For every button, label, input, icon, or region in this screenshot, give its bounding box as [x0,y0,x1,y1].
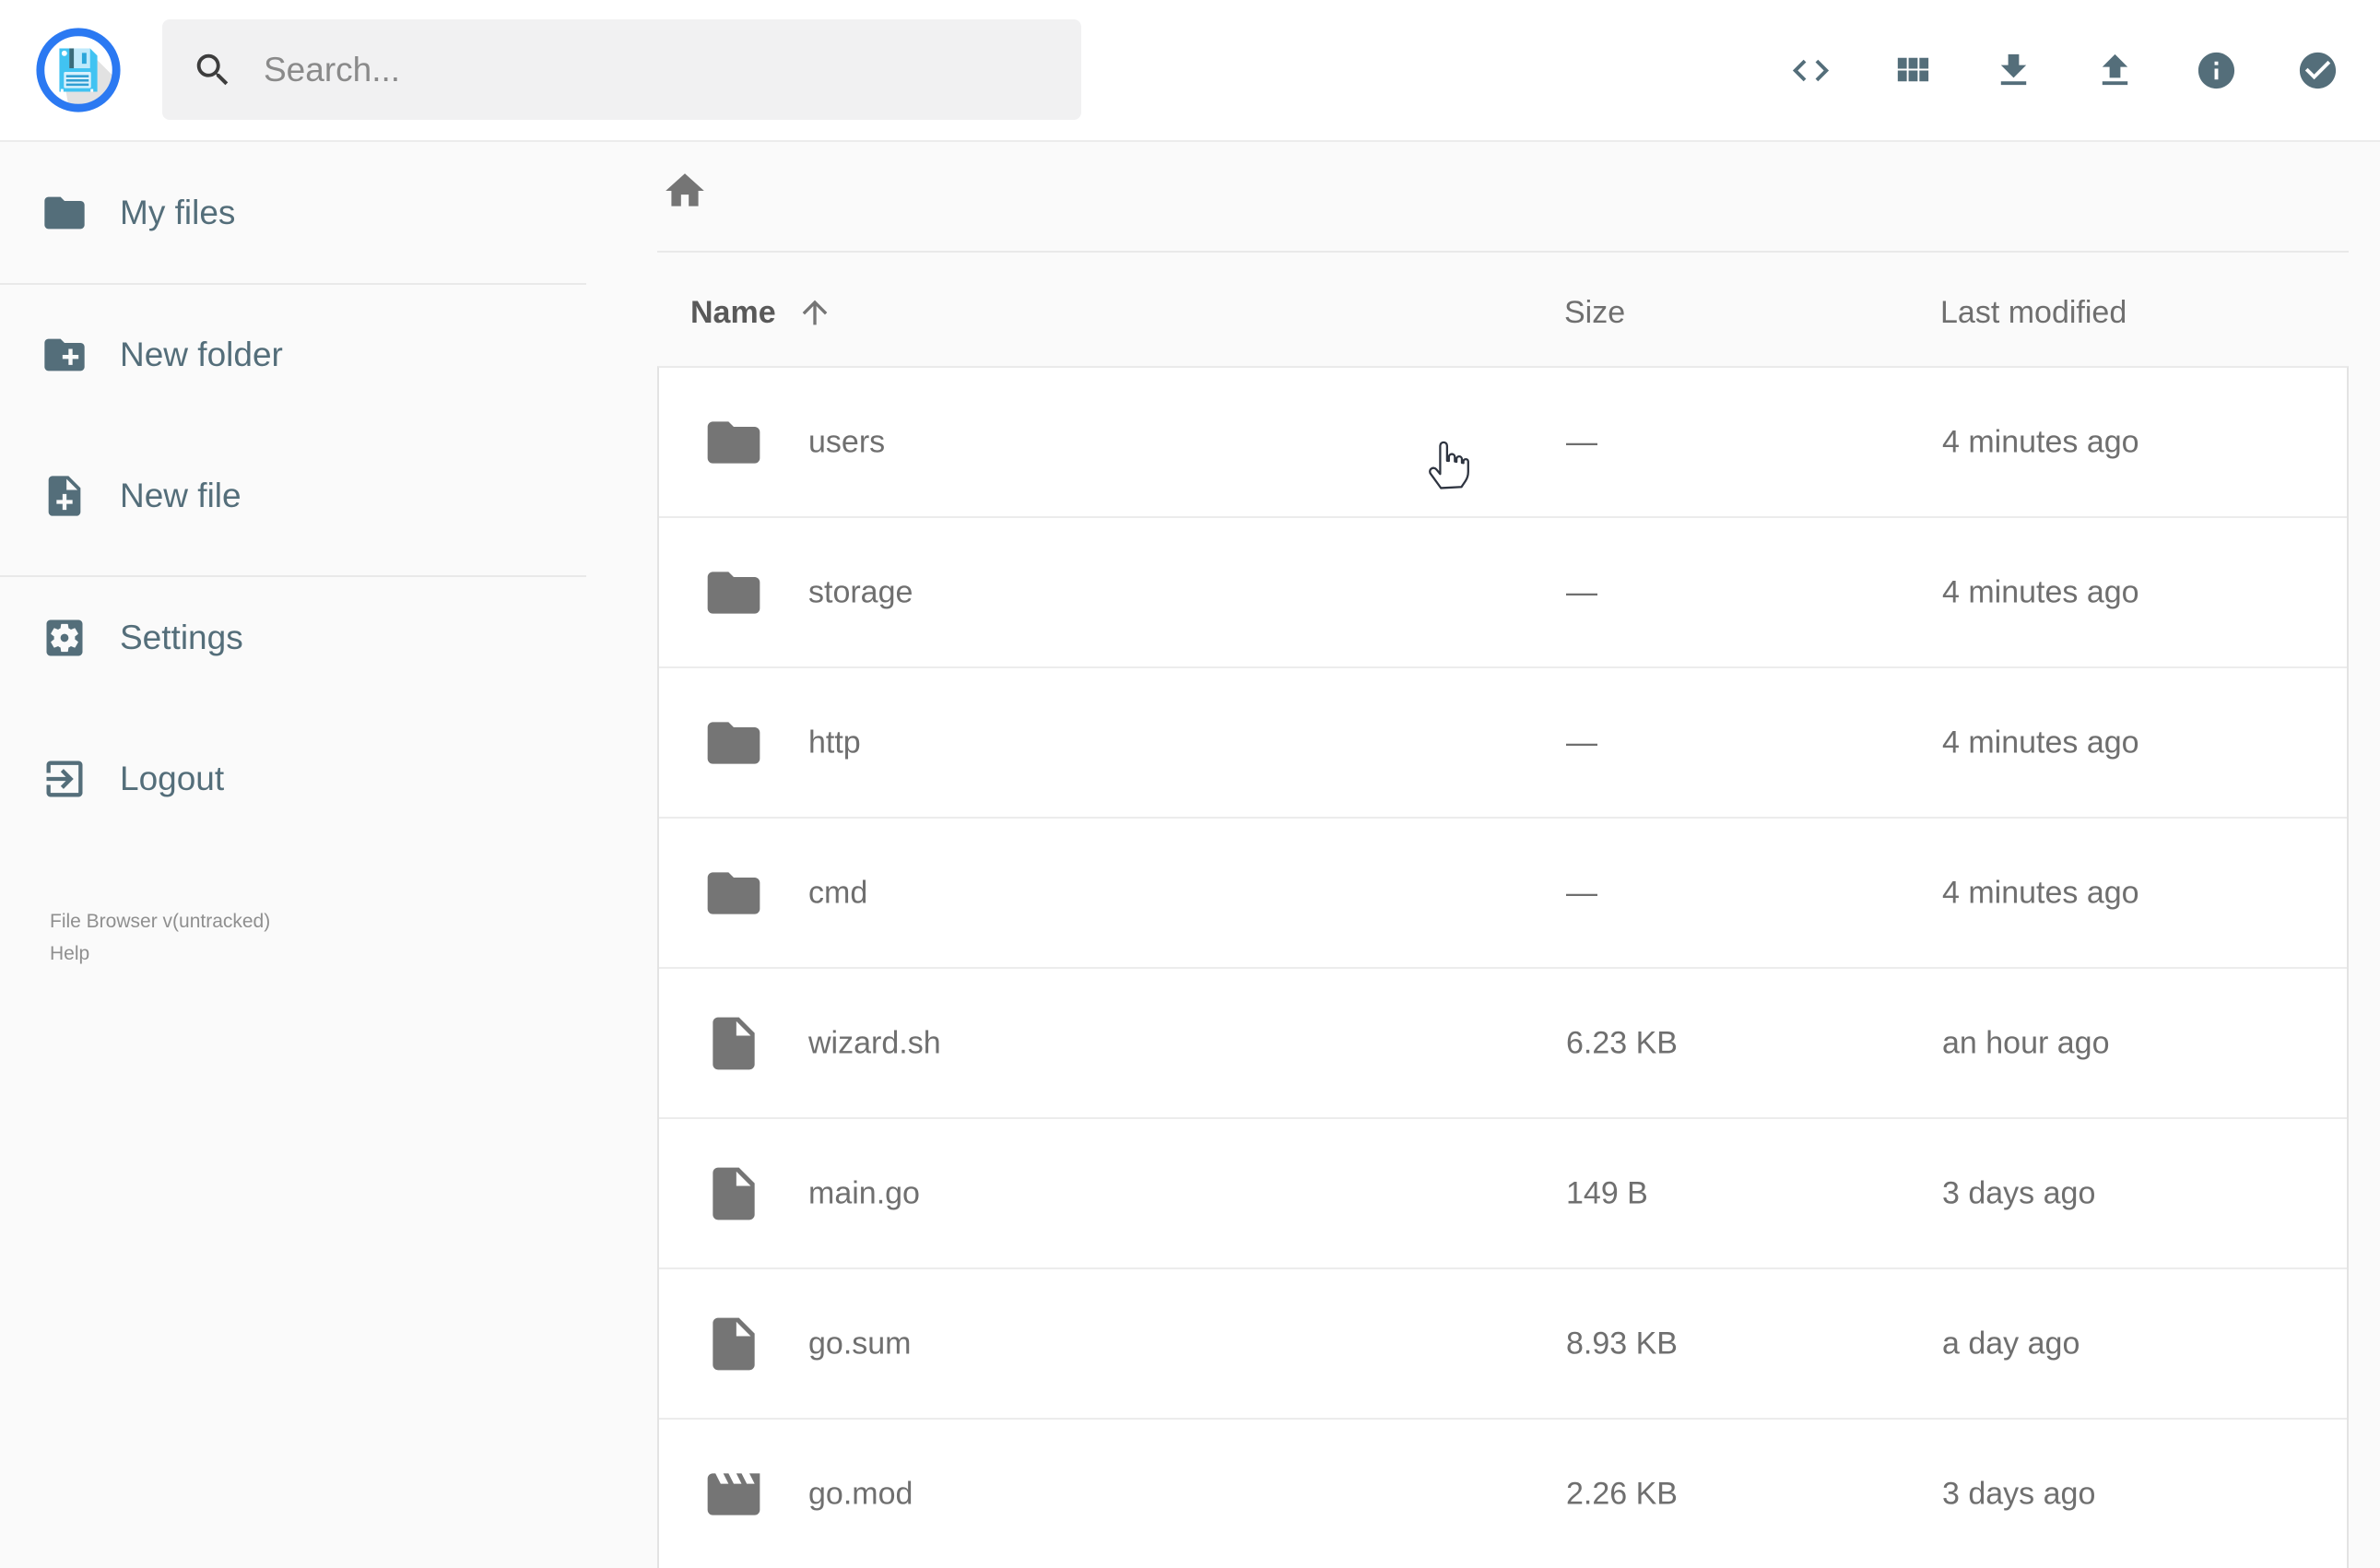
column-header-name[interactable]: Name [690,291,833,334]
row-go.mod[interactable]: go.mod 2.26 KB 3 days ago [659,1420,2347,1568]
sidebar-item-logout[interactable]: Logout [0,732,586,826]
grid-view-icon [1897,57,1929,81]
folder-icon [701,560,766,625]
folder-icon [44,196,85,230]
file-size: 6.23 KB [1566,1025,1678,1060]
sidebar-divider [0,575,586,577]
home-icon [666,173,704,206]
file-modified: 3 days ago [1942,1175,2096,1210]
sidebar-item-label: New folder [120,336,283,373]
file-size: — [1566,875,1597,910]
file-name: storage [808,574,913,609]
sidebar-item-label: New file [120,477,242,514]
breadcrumb-home-button[interactable] [662,168,708,214]
sidebar-item-label: Logout [120,760,225,797]
sidebar-item-new-folder[interactable]: New folder [0,308,586,402]
sidebar-credits: File Browser v(untracked) Help [50,905,270,970]
file-modified: an hour ago [1942,1025,2110,1060]
column-header-size[interactable]: Size [1564,291,1625,334]
breadcrumb-divider [657,251,2349,253]
sidebar-divider [0,283,586,285]
row-main.go[interactable]: main.go 149 B 3 days ago [659,1119,2347,1269]
row-cmd[interactable]: cmd — 4 minutes ago [659,819,2347,969]
file-modified: a day ago [1942,1326,2080,1361]
file-listing: users — 4 minutes ago storage — 4 minute… [657,366,2349,1568]
file-name: users [808,424,886,459]
file-modified: 4 minutes ago [1942,875,2139,910]
file-name: cmd [808,875,868,910]
info-icon [2197,52,2235,88]
file-size: — [1566,725,1597,760]
search-icon [192,49,234,91]
code-icon [1792,59,1830,81]
sidebar-item-my-files[interactable]: My files [0,166,586,260]
logout-icon [46,760,83,797]
file-size: — [1566,574,1597,609]
top-header-bar [0,0,2380,142]
download-icon [2000,53,2027,85]
new-folder-icon [44,338,85,371]
header-toolbar [1789,0,2339,140]
row-users[interactable]: users — 4 minutes ago [659,368,2347,518]
file-size: 2.26 KB [1566,1476,1678,1511]
shell-toggle-button[interactable] [1789,49,1832,92]
row-wizard.sh[interactable]: wizard.sh 6.23 KB an hour ago [659,969,2347,1119]
folder-icon [701,711,766,775]
floppy-disk-logo-icon [36,28,121,112]
info-button[interactable] [2195,49,2238,92]
file-size: 149 B [1566,1175,1648,1210]
arrow-up-icon [796,294,833,331]
help-link[interactable]: Help [50,937,270,970]
column-label: Name [690,294,776,330]
sidebar-item-label: My files [120,194,236,231]
column-label: Last modified [1940,294,2127,330]
listing-column-headers: Name Size Last modified [657,291,2349,334]
row-http[interactable]: http — 4 minutes ago [659,668,2347,819]
movie-icon [701,1462,766,1527]
version-link[interactable]: File Browser v(untracked) [50,905,270,937]
file-icon [701,1312,766,1376]
file-modified: 4 minutes ago [1942,574,2139,609]
folder-icon [701,861,766,925]
sidebar-item-label: Settings [120,619,243,656]
file-size: 8.93 KB [1566,1326,1678,1361]
search-bar[interactable] [162,19,1081,120]
download-button[interactable] [1992,49,2035,92]
column-label: Size [1564,294,1626,330]
row-storage[interactable]: storage — 4 minutes ago [659,518,2347,668]
select-multiple-button[interactable] [2296,49,2339,92]
app-logo[interactable] [33,25,124,115]
upload-button[interactable] [2093,49,2137,92]
upload-icon [2102,53,2128,85]
sidebar-item-settings[interactable]: Settings [0,591,586,685]
file-name: go.sum [808,1326,912,1361]
check-circle-icon [2299,52,2337,88]
settings-icon [46,619,83,656]
file-icon [701,1011,766,1076]
file-modified: 4 minutes ago [1942,725,2139,760]
file-name: main.go [808,1175,920,1210]
switch-view-button[interactable] [1891,49,1934,92]
file-size: — [1566,424,1597,459]
sidebar-item-new-file[interactable]: New file [0,449,586,543]
file-name: http [808,725,861,760]
file-name: go.mod [808,1476,913,1511]
file-modified: 3 days ago [1942,1476,2096,1511]
file-name: wizard.sh [808,1025,941,1060]
file-icon [701,1161,766,1226]
new-file-icon [48,476,81,516]
search-input[interactable] [262,49,1021,90]
file-modified: 4 minutes ago [1942,424,2139,459]
column-header-last-modified[interactable]: Last modified [1940,291,2127,334]
folder-icon [701,410,766,475]
row-go.sum[interactable]: go.sum 8.93 KB a day ago [659,1269,2347,1420]
